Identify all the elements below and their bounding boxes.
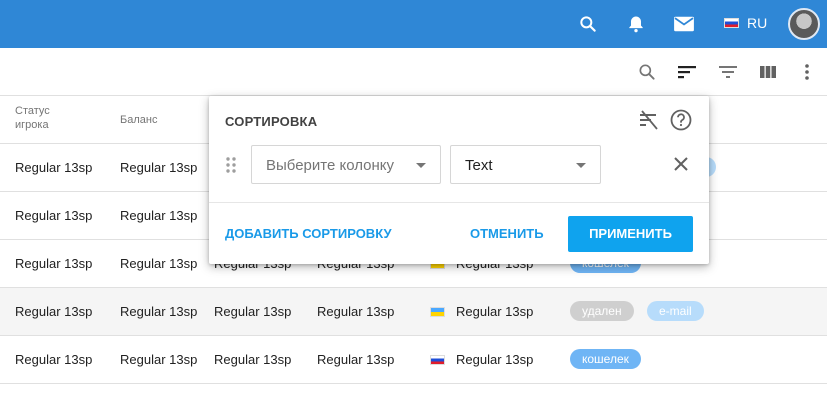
tag-chip[interactable]: кошелек [570,349,641,369]
russia-flag-icon [430,355,445,365]
add-sort-button[interactable]: ДОБАВИТЬ СОРТИРОВКУ [225,226,392,241]
column-select[interactable]: Выберите колонку [251,145,441,184]
bell-icon[interactable] [624,12,648,36]
column-select-placeholder: Выберите колонку [266,157,395,174]
more-vert-icon[interactable] [795,60,819,84]
table-cell: Regular 13sp [214,304,292,319]
table-cell: Regular 13sp [120,304,198,319]
language-label: RU [747,15,768,31]
language-selector[interactable]: RU [724,15,767,31]
filter-icon[interactable] [716,60,740,84]
clear-sort-icon[interactable] [637,108,661,132]
search-icon[interactable] [635,60,659,84]
table-cell: Regular 13sp [120,352,198,367]
apply-button[interactable]: ПРИМЕНИТЬ [568,216,693,252]
order-select-value: Text [465,157,493,174]
table-cell: Regular 13sp [456,304,534,319]
tag-chip[interactable]: удален [570,301,634,321]
table-cell: Regular 13sp [456,352,534,367]
drag-handle-icon[interactable] [225,156,237,174]
table-row[interactable]: Regular 13sp Regular 13sp Regular 13sp Regu… [0,288,827,336]
table-cell: Regular 13sp [317,304,395,319]
table-cell: Regular 13sp [15,160,93,175]
sort-dialog: СОРТИРОВКА Выберите колонку Text ДОБАВИТ… [209,96,709,264]
table-cell: Regular 13sp [15,304,93,319]
table-cell: Regular 13sp [120,160,198,175]
close-icon[interactable] [669,152,693,176]
column-header-balance[interactable]: Баланс [120,113,157,127]
cancel-button[interactable]: ОТМЕНИТЬ [470,226,544,241]
table-row[interactable]: Regular 13sp Regular 13sp Regular 13sp Regu… [0,336,827,384]
order-select[interactable]: Text [450,145,601,184]
avatar[interactable] [788,8,820,40]
mail-icon[interactable] [672,12,696,36]
russia-flag-icon [724,18,739,28]
help-icon[interactable] [669,108,693,132]
table-cell: Regular 13sp [120,208,198,223]
chevron-down-icon [576,163,586,168]
table-toolbar [0,48,827,96]
table-cell: Regular 13sp [15,352,93,367]
divider [209,202,709,203]
app-bar: RU [0,0,827,48]
columns-icon[interactable] [756,60,780,84]
table-cell: Regular 13sp [317,352,395,367]
tag-chip[interactable]: e-mail [647,301,704,321]
table-cell: Regular 13sp [120,256,198,271]
sort-icon[interactable] [675,60,699,84]
search-icon[interactable] [576,12,600,36]
chevron-down-icon [416,163,426,168]
table-cell: Regular 13sp [15,208,93,223]
ukraine-flag-icon [430,307,445,317]
table-cell: Regular 13sp [214,352,292,367]
dialog-title: СОРТИРОВКА [225,114,318,129]
column-header-status[interactable]: Статус игрока [15,104,50,132]
table-cell: Regular 13sp [15,256,93,271]
